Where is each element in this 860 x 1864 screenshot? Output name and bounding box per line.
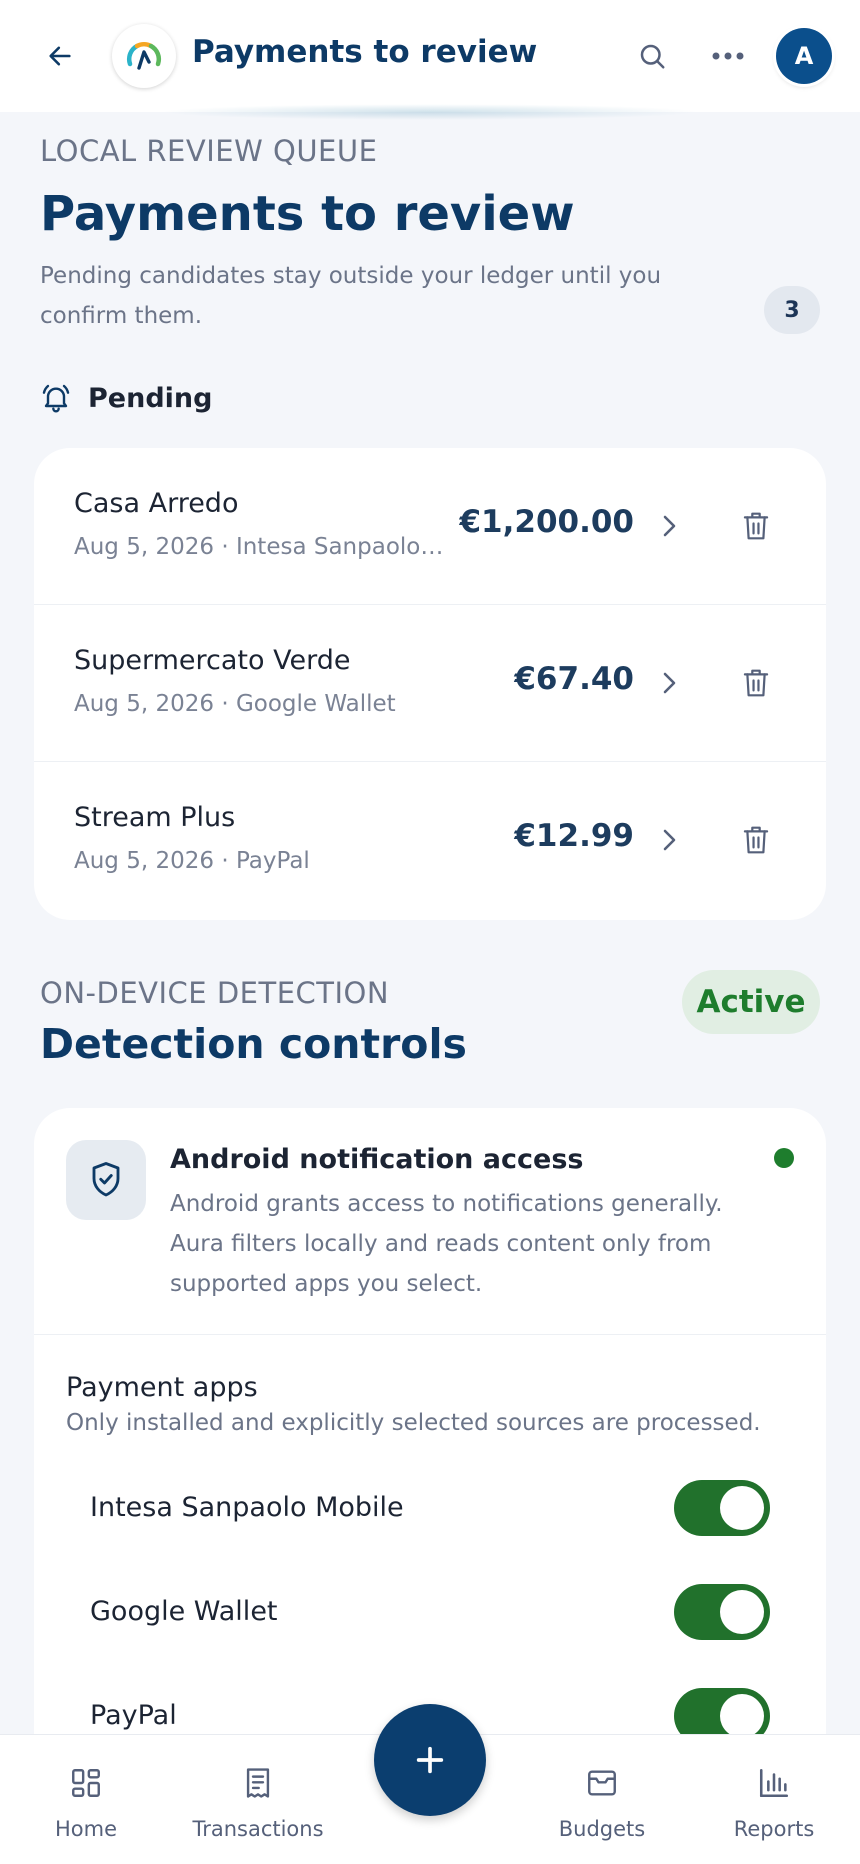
page-title: Payments to review (40, 186, 575, 242)
pending-merchant: Stream Plus (74, 802, 236, 833)
toggle-knob (720, 1694, 764, 1738)
pending-section-header: Pending (40, 382, 212, 414)
shield-check-icon (92, 1162, 120, 1197)
notification-access-description: Android grants access to notifications g… (170, 1191, 723, 1297)
nav-label: Budgets (558, 1817, 646, 1841)
search-icon (640, 44, 665, 69)
payment-apps-description: Only installed and explicitly selected s… (66, 1410, 761, 1436)
payment-app-name: Intesa Sanpaolo Mobile (90, 1492, 404, 1523)
notification-access-title: Android notification access (170, 1144, 584, 1175)
trash-icon (743, 669, 769, 697)
appbar-shadow (160, 104, 700, 120)
pending-item[interactable]: Casa Arredo Aug 5, 2026 · Intesa Sanpaol… (34, 448, 826, 605)
nav-item-reports[interactable]: Reports (688, 1735, 860, 1864)
delete-item-button[interactable] (734, 818, 778, 862)
open-item-button[interactable] (654, 822, 684, 858)
bar-chart-icon (759, 1768, 789, 1798)
pending-meta: Aug 5, 2026 · Google Wallet (74, 691, 396, 717)
payment-app-row: Google Wallet (34, 1576, 826, 1656)
nav-item-transactions[interactable]: Transactions (172, 1735, 344, 1864)
pending-list-card: Casa Arredo Aug 5, 2026 · Intesa Sanpaol… (34, 448, 826, 920)
bell-icon (42, 384, 70, 413)
search-button[interactable] (632, 36, 672, 76)
chevron-right-icon (663, 515, 676, 537)
receipt-icon (246, 1768, 270, 1798)
trash-icon (743, 512, 769, 540)
pending-amount: €1,200.00 (459, 504, 634, 540)
top-app-bar: Payments to review A (0, 0, 860, 112)
nav-item-home[interactable]: Home (0, 1735, 172, 1864)
arrow-left-icon (49, 46, 71, 66)
app-logo-icon (126, 42, 162, 70)
pending-merchant: Supermercato Verde (74, 645, 351, 676)
add-button[interactable] (374, 1704, 486, 1816)
payment-app-name: PayPal (90, 1700, 177, 1731)
chevron-right-icon (663, 672, 676, 694)
toggle-knob (720, 1590, 764, 1634)
open-item-button[interactable] (654, 665, 684, 701)
wallet-icon (588, 1770, 616, 1796)
payment-app-toggle[interactable] (674, 1584, 770, 1640)
status-badge: Active (682, 970, 820, 1034)
nav-label: Reports (733, 1817, 815, 1841)
more-options-button[interactable] (708, 36, 748, 76)
pending-amount: €12.99 (514, 818, 634, 854)
delete-item-button[interactable] (734, 504, 778, 548)
shield-icon-box (66, 1140, 146, 1220)
nav-item-budgets[interactable]: Budgets (516, 1735, 688, 1864)
toggle-knob (720, 1486, 764, 1530)
payment-app-row: Intesa Sanpaolo Mobile (34, 1472, 826, 1552)
pending-meta: Aug 5, 2026 · PayPal (74, 848, 310, 874)
avatar[interactable]: A (776, 28, 832, 84)
pending-item[interactable]: Stream Plus Aug 5, 2026 · PayPal €12.99 (34, 762, 826, 919)
nav-label: Transactions (192, 1817, 324, 1841)
pending-merchant: Casa Arredo (74, 488, 239, 519)
open-item-button[interactable] (654, 508, 684, 544)
trash-icon (743, 826, 769, 854)
page-subtitle: Pending candidates stay outside your led… (40, 263, 662, 329)
pending-meta: Aug 5, 2026 · Intesa Sanpaolo Mobile (74, 534, 444, 560)
detection-eyebrow: ON-DEVICE DETECTION (40, 976, 390, 1010)
payment-app-name: Google Wallet (90, 1596, 278, 1627)
back-button[interactable] (40, 36, 80, 76)
payment-app-toggle[interactable] (674, 1480, 770, 1536)
delete-item-button[interactable] (734, 661, 778, 705)
pending-count-badge: 3 (764, 286, 820, 334)
pending-amount: €67.40 (514, 661, 634, 697)
appbar-title: Payments to review (192, 34, 538, 70)
pending-section-label: Pending (88, 382, 213, 414)
nav-label: Home (54, 1817, 117, 1841)
more-horizontal-icon (712, 52, 744, 60)
detection-title: Detection controls (40, 1020, 467, 1068)
home-grid-icon (72, 1769, 100, 1797)
plus-icon (416, 1746, 444, 1774)
queue-eyebrow: LOCAL REVIEW QUEUE (40, 134, 378, 168)
status-dot (774, 1148, 794, 1168)
divider (34, 1334, 826, 1335)
app-logo (112, 24, 176, 88)
chevron-right-icon (663, 829, 676, 851)
pending-item[interactable]: Supermercato Verde Aug 5, 2026 · Google … (34, 605, 826, 762)
payment-apps-title: Payment apps (66, 1372, 258, 1403)
